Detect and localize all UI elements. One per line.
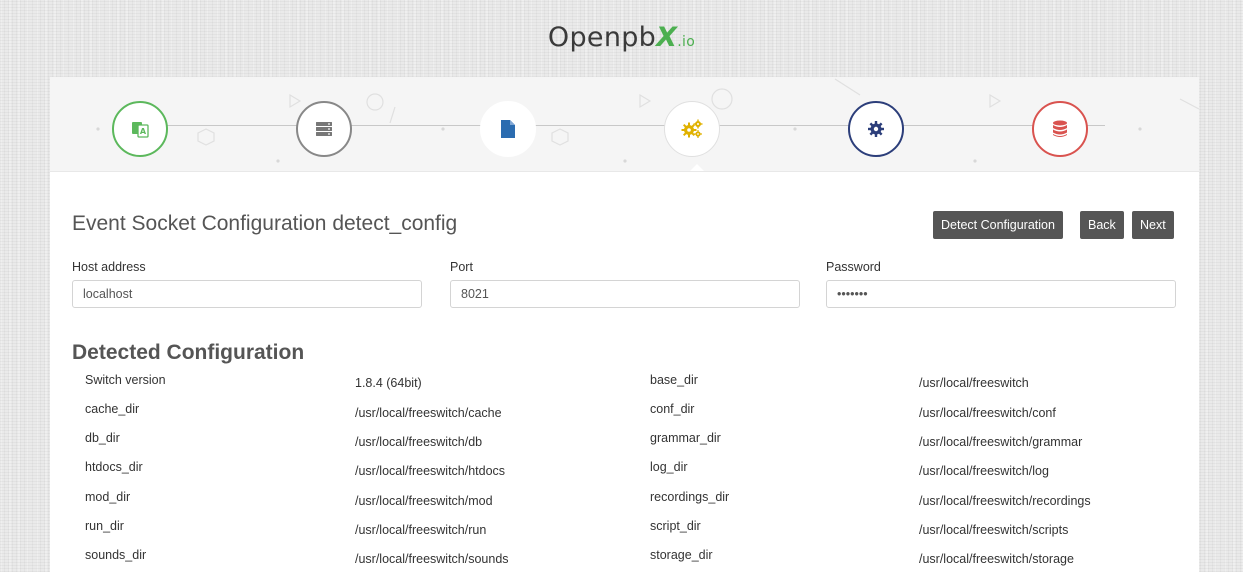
password-input[interactable] [826,280,1176,308]
config-key: run_dir [85,519,124,533]
step-file[interactable] [480,101,536,157]
config-value: /usr/local/freeswitch/conf [919,406,1056,420]
config-value: /usr/local/freeswitch/run [355,523,487,537]
config-key: cache_dir [85,402,140,416]
step-server[interactable] [296,101,352,157]
config-key: conf_dir [650,402,695,416]
wizard-stepper: A [50,77,1199,172]
config-key: grammar_dir [650,431,721,445]
host-address-input[interactable] [72,280,422,308]
installer-panel: A Event Socket Configuration detect_conf… [50,77,1199,572]
config-value: /usr/local/freeswitch/mod [355,494,493,508]
config-value: /usr/local/freeswitch/storage [919,552,1074,566]
brand-logo: OpenpbX.io [0,22,1243,53]
cogs-icon [681,119,703,138]
back-button[interactable]: Back [1080,211,1124,239]
config-key: db_dir [85,431,120,445]
config-value: /usr/local/freeswitch/recordings [919,494,1091,508]
config-key: mod_dir [85,490,131,504]
host-address-label: Host address [72,260,146,274]
gear-icon [868,121,884,137]
next-button[interactable]: Next [1132,211,1174,239]
brand-name-suffix: .io [677,34,696,50]
language-icon: A [132,122,149,138]
config-value: /usr/local/freeswitch/htdocs [355,464,506,478]
config-value: /usr/local/freeswitch [919,376,1029,390]
config-value: /usr/local/freeswitch/sounds [355,552,509,566]
brand-name-x: X [656,22,678,53]
config-key: storage_dir [650,548,713,562]
config-key: script_dir [650,519,701,533]
config-value: /usr/local/freeswitch/log [919,464,1049,478]
config-key: Switch version [85,373,166,387]
port-input[interactable] [450,280,800,308]
config-value: /usr/local/freeswitch/scripts [919,523,1069,537]
page-title: Event Socket Configuration detect_config [72,212,458,235]
detected-configuration-title: Detected Configuration [72,341,305,364]
port-label: Port [450,260,473,274]
config-key: htdocs_dir [85,460,143,474]
config-key: log_dir [650,460,688,474]
config-value: /usr/local/freeswitch/grammar [919,435,1083,449]
brand-name-prefix: Openpb [547,22,657,53]
step-language[interactable]: A [112,101,168,157]
config-key: sounds_dir [85,548,147,562]
svg-text:A: A [140,127,147,136]
config-value: 1.8.4 (64bit) [355,376,422,390]
active-step-indicator [688,164,706,171]
config-value: /usr/local/freeswitch/db [355,435,483,449]
config-key: recordings_dir [650,490,730,504]
step-cogs[interactable] [664,101,720,157]
config-key: base_dir [650,373,698,387]
step-database[interactable] [1032,101,1088,157]
file-icon [501,120,515,138]
server-icon [316,122,332,136]
step-settings[interactable] [848,101,904,157]
stepper-connector-line [140,125,1105,126]
config-value: /usr/local/freeswitch/cache [355,406,502,420]
database-icon [1053,120,1067,137]
password-label: Password [826,260,881,274]
detect-configuration-button[interactable]: Detect Configuration [933,211,1063,239]
